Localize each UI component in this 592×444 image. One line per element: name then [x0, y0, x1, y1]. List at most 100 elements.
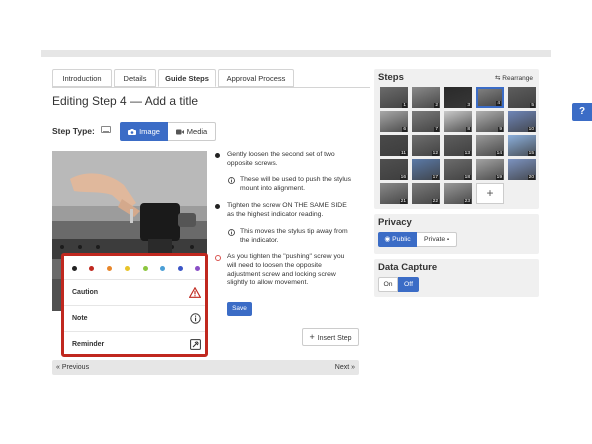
data-capture-panel: Data Capture On Off — [374, 259, 539, 297]
reminder-option[interactable]: Reminder — [64, 331, 205, 358]
step-thumbnail[interactable]: 16 — [380, 159, 408, 180]
step-thumbnail[interactable]: 13 — [444, 135, 472, 156]
step-number: 13 — [463, 150, 471, 156]
pin-icon — [190, 339, 201, 350]
color-swatch-green[interactable] — [143, 266, 148, 271]
step-thumbnail[interactable]: 4 — [476, 87, 504, 108]
step-thumbnail[interactable]: 5 — [508, 87, 536, 108]
insert-step-button[interactable]: + Insert Step — [302, 328, 359, 346]
lock-icon: ▪ — [445, 237, 449, 243]
tab-guide-steps[interactable]: Guide Steps — [158, 69, 216, 87]
data-capture-off[interactable]: Off — [398, 277, 419, 292]
step-type-label: Step Type: — [52, 126, 95, 136]
step-thumbnail[interactable]: 17 — [412, 159, 440, 180]
step-thumbnail[interactable]: 7 — [412, 111, 440, 132]
previous-link[interactable]: « Previous — [56, 360, 89, 375]
privacy-panel: Privacy ◉ Public Private ▪ — [374, 214, 539, 254]
private-toggle[interactable]: Private ▪ — [417, 232, 457, 247]
step-thumbnail[interactable]: 12 — [412, 135, 440, 156]
step-thumbnail[interactable]: 18 — [444, 159, 472, 180]
video-icon — [175, 129, 184, 135]
color-swatch-yellow[interactable] — [125, 266, 130, 271]
step-thumbnail[interactable]: 3 — [444, 87, 472, 108]
bullet-text-3[interactable]: Tighten the screw ON THE SAME SIDE as th… — [227, 202, 355, 220]
bullet-text-5[interactable]: As you tighten the "pushing" screw you w… — [227, 253, 352, 288]
public-label: Public — [392, 236, 411, 243]
step-thumbnail[interactable]: 10 — [508, 111, 536, 132]
step-number: 4 — [496, 100, 501, 106]
info-icon — [190, 313, 201, 324]
save-button[interactable]: Save — [227, 302, 252, 316]
next-link[interactable]: Next » — [335, 360, 355, 375]
private-label: Private — [424, 236, 446, 243]
top-bar — [41, 50, 551, 57]
data-capture-title: Data Capture — [378, 262, 438, 273]
bullet-text-1[interactable]: Gently loosen the second set of two oppo… — [227, 151, 352, 169]
privacy-title: Privacy — [378, 217, 412, 228]
step-thumbnail[interactable]: 2 — [412, 87, 440, 108]
step-thumbnail[interactable]: 22 — [412, 183, 440, 204]
step-number: 19 — [495, 174, 503, 180]
step-number: 2 — [434, 102, 439, 108]
keyboard-icon[interactable] — [101, 126, 111, 133]
step-number: 11 — [400, 150, 407, 156]
tab-approval-process[interactable]: Approval Process — [218, 69, 294, 87]
add-step-thumbnail[interactable]: + — [476, 183, 504, 204]
step-thumbnail[interactable]: 14 — [476, 135, 504, 156]
step-thumbnail[interactable]: 23 — [444, 183, 472, 204]
pager: « Previous Next » — [52, 360, 359, 375]
note-label: Note — [72, 315, 88, 322]
steps-panel: Steps ⇆ Rearrange 1 2 3 4 5 6 7 8 9 10 11 12 13 14 15 1… — [374, 69, 539, 209]
color-swatch-red[interactable] — [89, 266, 94, 271]
image-type-label: Image — [139, 127, 160, 136]
bullet-text-2[interactable]: These will be used to push the stylus mo… — [240, 176, 358, 194]
insert-step-label: Insert Step — [317, 335, 352, 342]
step-thumbnail[interactable]: 1 — [380, 87, 408, 108]
caution-option[interactable]: Caution — [64, 279, 205, 306]
step-thumbnail[interactable]: 20 — [508, 159, 536, 180]
step-number: 16 — [399, 174, 407, 180]
media-type-button[interactable]: Media — [168, 122, 216, 141]
color-swatch-violet[interactable] — [195, 266, 200, 271]
plus-icon: + — [309, 332, 315, 342]
step-number: 9 — [498, 126, 503, 132]
step-number: 8 — [466, 126, 471, 132]
color-swatch-orange[interactable] — [107, 266, 112, 271]
step-thumbnail[interactable]: 11 — [380, 135, 408, 156]
color-swatch-black[interactable] — [72, 266, 77, 271]
step-thumbnail[interactable]: 9 — [476, 111, 504, 132]
step-number: 18 — [463, 174, 471, 180]
step-number: 15 — [527, 150, 535, 156]
step-thumbnail[interactable]: 8 — [444, 111, 472, 132]
data-capture-on[interactable]: On — [378, 277, 398, 292]
rearrange-button[interactable]: ⇆ Rearrange — [495, 74, 533, 82]
warning-icon — [189, 287, 201, 298]
step-number: 21 — [399, 198, 407, 204]
rearrange-label: Rearrange — [502, 75, 533, 82]
color-swatch-blue[interactable] — [178, 266, 183, 271]
color-swatch-light-blue[interactable] — [160, 266, 165, 271]
step-thumbnail[interactable]: 15 — [508, 135, 536, 156]
tab-details[interactable]: Details — [114, 69, 156, 87]
info-icon — [228, 177, 235, 184]
bullet-dot — [215, 153, 220, 158]
bullet-ring — [215, 255, 221, 261]
info-icon — [228, 229, 235, 236]
step-number: 20 — [527, 174, 535, 180]
step-number: 5 — [530, 102, 535, 108]
media-type-label: Media — [186, 127, 208, 136]
step-number: 23 — [463, 198, 471, 204]
caution-label: Caution — [72, 289, 99, 296]
help-button[interactable]: ? — [572, 103, 592, 121]
step-thumbnail[interactable]: 21 — [380, 183, 408, 204]
note-option[interactable]: Note — [64, 305, 205, 332]
public-toggle[interactable]: ◉ Public — [378, 232, 417, 247]
step-number: 10 — [527, 126, 535, 132]
image-type-button[interactable]: Image — [120, 122, 168, 141]
step-number: 22 — [431, 198, 439, 204]
step-thumbnail[interactable]: 19 — [476, 159, 504, 180]
bullet-text-4[interactable]: This moves the stylus tip away from the … — [240, 228, 358, 246]
step-number: 7 — [434, 126, 439, 132]
step-thumbnail[interactable]: 6 — [380, 111, 408, 132]
tab-introduction[interactable]: Introduction — [52, 69, 112, 87]
